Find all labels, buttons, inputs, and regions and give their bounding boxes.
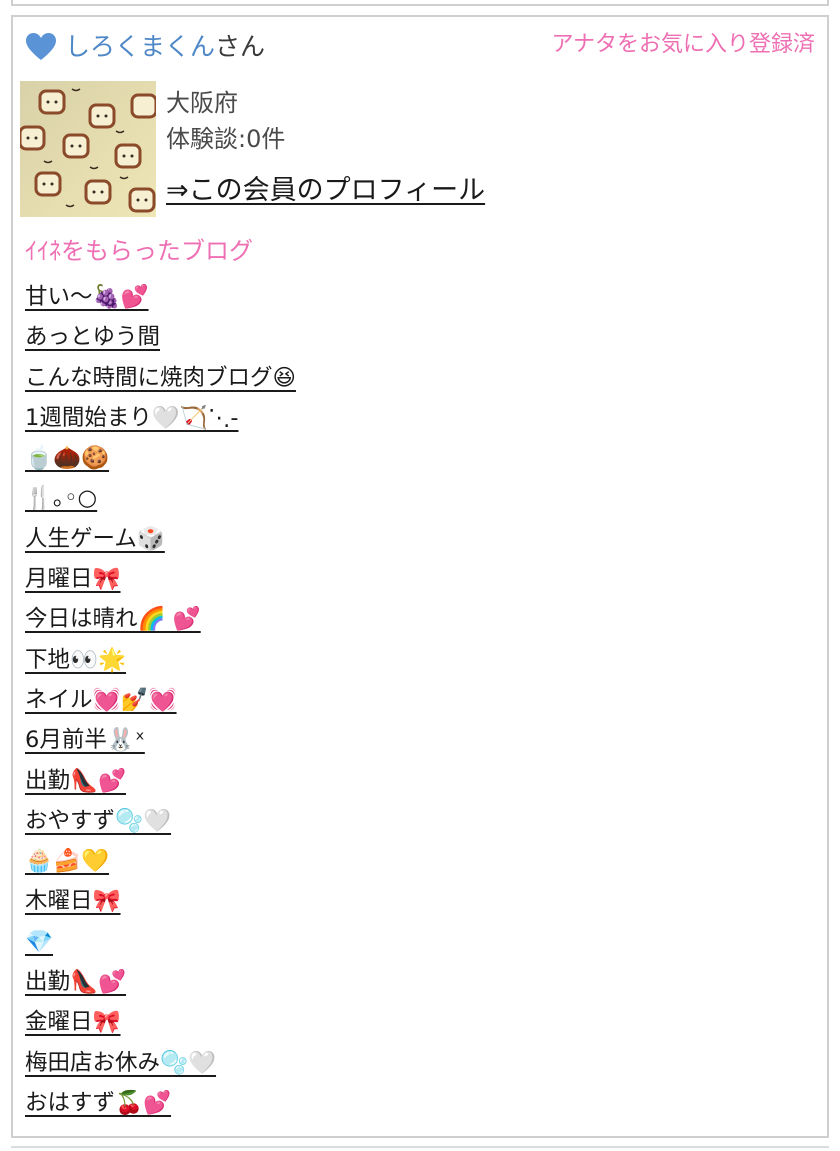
member-review-count: 体験談:0件	[166, 125, 286, 153]
bread-pattern-avatar-icon	[20, 81, 156, 217]
member-name-suffix: さん	[215, 32, 266, 61]
blog-link[interactable]: あっとゆう間	[25, 324, 160, 350]
list-item: 月曜日🎀	[25, 561, 296, 601]
liked-blog-list: 甘い〜🍇💕 あっとゆう間 こんな時間に焼肉ブログ😆 1週間始まり🤍🏹⋱- 🍵🌰🍪…	[25, 279, 296, 1125]
blog-link[interactable]: 金曜日🎀	[25, 1009, 121, 1035]
avatar[interactable]	[20, 81, 156, 217]
list-item: 金曜日🎀	[25, 1004, 296, 1044]
blog-link[interactable]: 今日は晴れ🌈 💕	[25, 606, 201, 632]
blog-link[interactable]: 出勤👠💕	[25, 768, 126, 794]
list-item: 梅田店お休み🫧🤍	[25, 1045, 296, 1085]
blog-link[interactable]: 月曜日🎀	[25, 566, 121, 592]
list-item: 🍵🌰🍪	[25, 440, 296, 480]
blog-link[interactable]: こんな時間に焼肉ブログ😆	[25, 365, 296, 391]
member-name-link[interactable]: しろくまくんさん	[65, 31, 265, 63]
list-item: 甘い〜🍇💕	[25, 279, 296, 319]
blog-link[interactable]: 🍵🌰🍪	[25, 445, 109, 471]
list-item: 出勤👠💕	[25, 964, 296, 1004]
blog-link[interactable]: おはすず🍒💕	[25, 1090, 171, 1116]
list-item: 1週間始まり🤍🏹⋱-	[25, 400, 296, 440]
list-item: 6月前半🐰ˣ	[25, 722, 296, 762]
heart-icon	[26, 33, 56, 60]
list-item: 木曜日🎀	[25, 883, 296, 923]
blog-link[interactable]: 梅田店お休み🫧🤍	[25, 1050, 216, 1076]
member-card: しろくまくんさん アナタをお気に入り登録済 大阪府 体験談:0件 ⇒この会員のプ…	[11, 15, 829, 1138]
member-region: 大阪府	[166, 89, 238, 117]
list-item: おはすず🍒💕	[25, 1085, 296, 1125]
blog-link[interactable]: 人生ゲーム🎲	[25, 526, 165, 552]
list-item: こんな時間に焼肉ブログ😆	[25, 360, 296, 400]
list-item: おやすず🫧🤍	[25, 803, 296, 843]
blog-link[interactable]: 下地👀🌟	[25, 647, 126, 673]
blog-link[interactable]: 🍴｡◦○	[25, 485, 97, 511]
member-name: しろくまくん	[65, 32, 216, 61]
blog-link[interactable]: 6月前半🐰ˣ	[25, 727, 145, 753]
list-item: 🧁🍰💛	[25, 843, 296, 883]
list-item: 出勤👠💕	[25, 763, 296, 803]
list-item: 人生ゲーム🎲	[25, 521, 296, 561]
list-item: 下地👀🌟	[25, 642, 296, 682]
blog-link[interactable]: 出勤👠💕	[25, 969, 126, 995]
blog-link[interactable]: 🧁🍰💛	[25, 848, 109, 874]
liked-blogs-title: ｲｲﾈをもらったブログ	[25, 237, 253, 265]
blog-link[interactable]: 木曜日🎀	[25, 888, 121, 914]
list-item: あっとゆう間	[25, 319, 296, 359]
next-card-edge	[11, 1146, 829, 1148]
list-item: ネイル💓💅💓	[25, 682, 296, 722]
blog-link[interactable]: 甘い〜🍇💕	[25, 284, 149, 310]
favorite-status: アナタをお気に入り登録済	[551, 32, 815, 57]
profile-link[interactable]: ⇒この会員のプロフィール	[166, 173, 485, 209]
member-header: しろくまくんさん アナタをお気に入り登録済	[25, 31, 815, 65]
list-item: 💎	[25, 924, 296, 964]
blog-link[interactable]: 💎	[25, 929, 53, 955]
list-item: 今日は晴れ🌈 💕	[25, 601, 296, 641]
blog-link[interactable]: 1週間始まり🤍🏹⋱-	[25, 405, 238, 431]
blog-link[interactable]: ネイル💓💅💓	[25, 687, 177, 713]
previous-card-edge	[11, 0, 829, 6]
list-item: 🍴｡◦○	[25, 480, 296, 520]
blog-link[interactable]: おやすず🫧🤍	[25, 808, 171, 834]
